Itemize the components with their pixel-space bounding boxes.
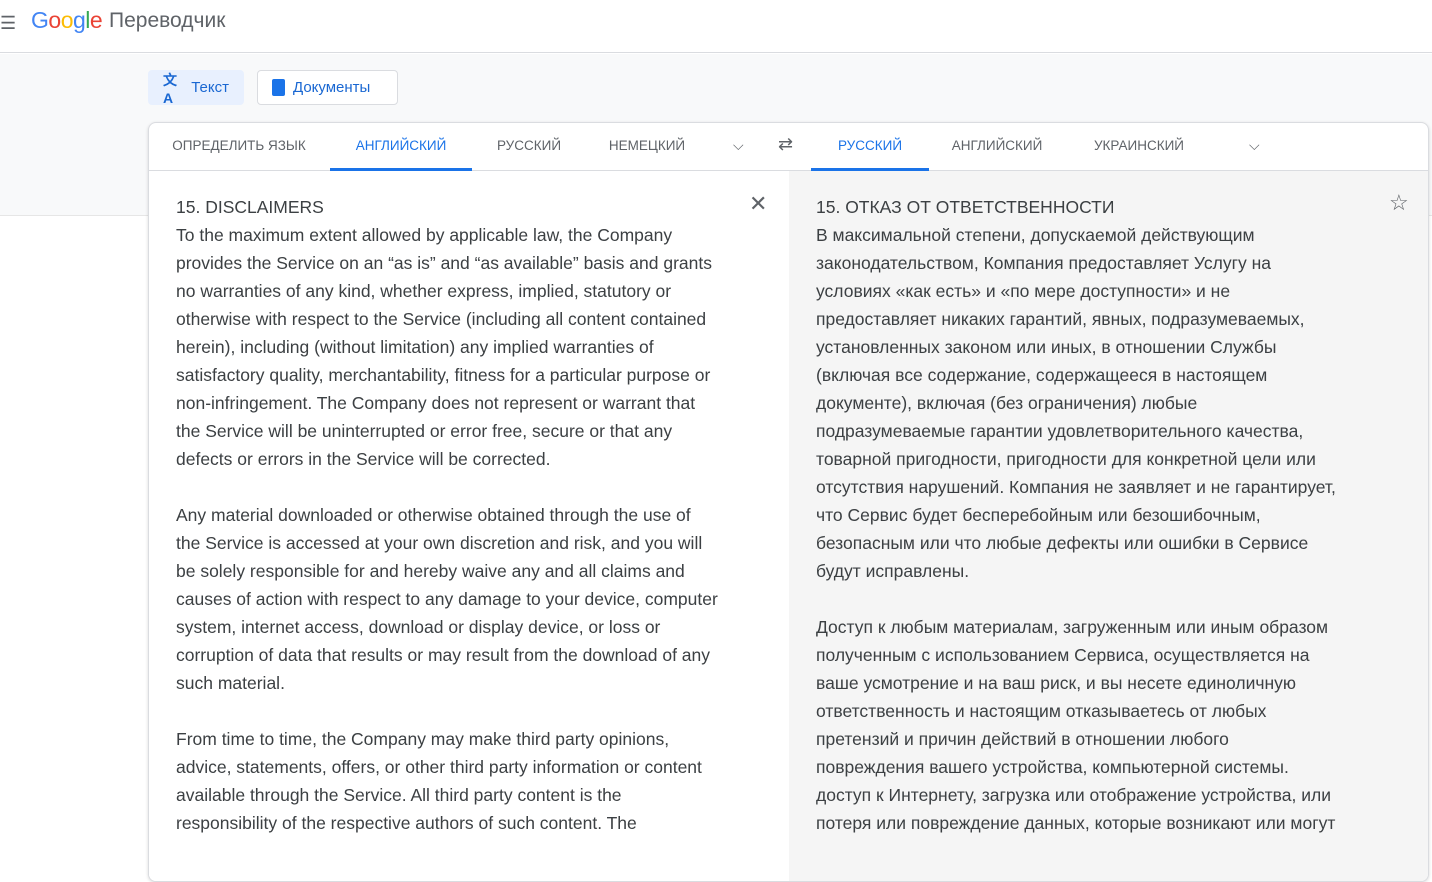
- text-line: Доступ к любым материалам, загруженным и…: [816, 617, 1329, 637]
- text-line: законодательством, Компания предоставляе…: [816, 253, 1271, 273]
- translator-card: ОПРЕДЕЛИТЬ ЯЗЫК АНГЛИЙСКИЙ РУССКИЙ НЕМЕЦ…: [148, 122, 1429, 882]
- text-line: доступ к Интернету, загрузка или отображ…: [816, 785, 1332, 805]
- text-line: provides the Service on an “as is” and “…: [176, 253, 712, 273]
- tab-detect-language[interactable]: ОПРЕДЕЛИТЬ ЯЗЫК: [149, 123, 329, 171]
- tab-source-english[interactable]: АНГЛИЙСКИЙ: [330, 123, 472, 171]
- translation-text: 15. ОТКАЗ ОТ ОТВЕТСТВЕННОСТИ В максимальн…: [816, 193, 1336, 837]
- text-line: no warranties of any kind, whether expre…: [176, 281, 672, 301]
- header: ☰ Google Переводчик: [0, 0, 1432, 53]
- tab-source-german[interactable]: НЕМЕЦКИЙ: [589, 123, 705, 171]
- translate-icon: 文A: [163, 71, 177, 106]
- text-line: satisfactory quality, merchantability, f…: [176, 365, 711, 385]
- product-name: Переводчик: [109, 9, 226, 32]
- text-line: available through the Service. All third…: [176, 785, 622, 805]
- text-line: ваше усмотрение и на ваш риск, и вы несе…: [816, 673, 1297, 693]
- text-line: [176, 473, 718, 501]
- document-icon: [272, 79, 285, 96]
- tab-source-russian[interactable]: РУССКИЙ: [479, 123, 579, 171]
- clear-text-icon[interactable]: ✕: [749, 191, 767, 217]
- text-line: В максимальной степени, допускаемой дейс…: [816, 225, 1255, 245]
- text-line: условиях «как есть» и «по мере доступнос…: [816, 281, 1231, 301]
- tab-target-russian[interactable]: РУССКИЙ: [811, 123, 929, 171]
- chevron-down-icon[interactable]: ⌵: [733, 137, 744, 154]
- text-line: herein), including (without limitation) …: [176, 337, 654, 357]
- text-line: подразумеваемые гарантии удовлетворитель…: [816, 421, 1304, 441]
- chevron-down-icon[interactable]: ⌵: [1249, 137, 1260, 154]
- tab-target-english[interactable]: АНГЛИЙСКИЙ: [939, 123, 1055, 171]
- text-line: To the maximum extent allowed by applica…: [176, 225, 673, 245]
- text-mode-button[interactable]: 文A Текст: [148, 70, 244, 106]
- text-line: corruption of data that results or may r…: [176, 645, 711, 665]
- text-line: system, internet access, download or dis…: [176, 617, 661, 637]
- documents-mode-button[interactable]: Документы: [257, 70, 398, 105]
- translation-area: 15. ОТКАЗ ОТ ОТВЕТСТВЕННОСТИ В максимальн…: [789, 171, 1428, 881]
- text-line: полученным с использованием Сервиса, осу…: [816, 645, 1310, 665]
- google-logo[interactable]: Google: [31, 7, 103, 34]
- star-icon[interactable]: ☆: [1389, 190, 1409, 216]
- text-line: causes of action with respect to any dam…: [176, 589, 718, 609]
- text-line: отсутствия нарушений. Компания не заявля…: [816, 477, 1336, 497]
- language-tabs: ОПРЕДЕЛИТЬ ЯЗЫК АНГЛИЙСКИЙ РУССКИЙ НЕМЕЦ…: [149, 123, 1428, 171]
- text-line: [816, 585, 1336, 613]
- text-line: потеря или повреждение данных, которые в…: [816, 813, 1336, 833]
- text-line: повреждения вашего устройства, компьютер…: [816, 757, 1289, 777]
- hamburger-icon[interactable]: ☰: [0, 13, 16, 34]
- text-line: ответственность и настоящим отказываетес…: [816, 701, 1267, 721]
- text-line: defects or errors in the Service will be…: [176, 449, 551, 469]
- text-line: From time to time, the Company may make …: [176, 729, 670, 749]
- source-text[interactable]: 15. DISCLAIMERS To the maximum extent all…: [176, 193, 718, 837]
- source-text-area[interactable]: 15. DISCLAIMERS To the maximum extent all…: [149, 171, 789, 881]
- tab-target-ukrainian[interactable]: УКРАИНСКИЙ: [1079, 123, 1199, 171]
- text-line: что Сервис будет бесперебойным или безош…: [816, 505, 1261, 525]
- text-line: the Service is accessed at your own disc…: [176, 533, 703, 553]
- text-line: установленных законом или иных, в отноше…: [816, 337, 1277, 357]
- text-line: otherwise with respect to the Service (i…: [176, 309, 707, 329]
- text-line: товарной пригодности, пригодности для ко…: [816, 449, 1316, 469]
- text-line: 15. DISCLAIMERS: [176, 197, 324, 217]
- text-line: документе), включая (без ограничения) лю…: [816, 393, 1198, 413]
- text-line: предоставляет никаких гарантий, явных, п…: [816, 309, 1305, 329]
- text-line: претензий и причин действий в отношении …: [816, 729, 1229, 749]
- text-line: the Service will be uninterrupted or err…: [176, 421, 673, 441]
- text-line: such material.: [176, 673, 285, 693]
- text-line: non-infringement. The Company does not r…: [176, 393, 696, 413]
- text-line: 15. ОТКАЗ ОТ ОТВЕТСТВЕННОСТИ: [816, 197, 1115, 217]
- text-line: advice, statements, offers, or other thi…: [176, 757, 702, 777]
- text-line: будут исправлены.: [816, 561, 970, 581]
- text-line: безопасным или что любые дефекты или оши…: [816, 533, 1309, 553]
- text-line: Any material downloaded or otherwise obt…: [176, 505, 691, 525]
- text-line: (включая все содержание, содержащееся в …: [816, 365, 1268, 385]
- swap-languages-icon[interactable]: ⇄: [778, 134, 793, 155]
- text-line: [176, 697, 718, 725]
- text-line: be solely responsible for and hereby wai…: [176, 561, 685, 581]
- text-line: responsibility of the respective authors…: [176, 813, 637, 833]
